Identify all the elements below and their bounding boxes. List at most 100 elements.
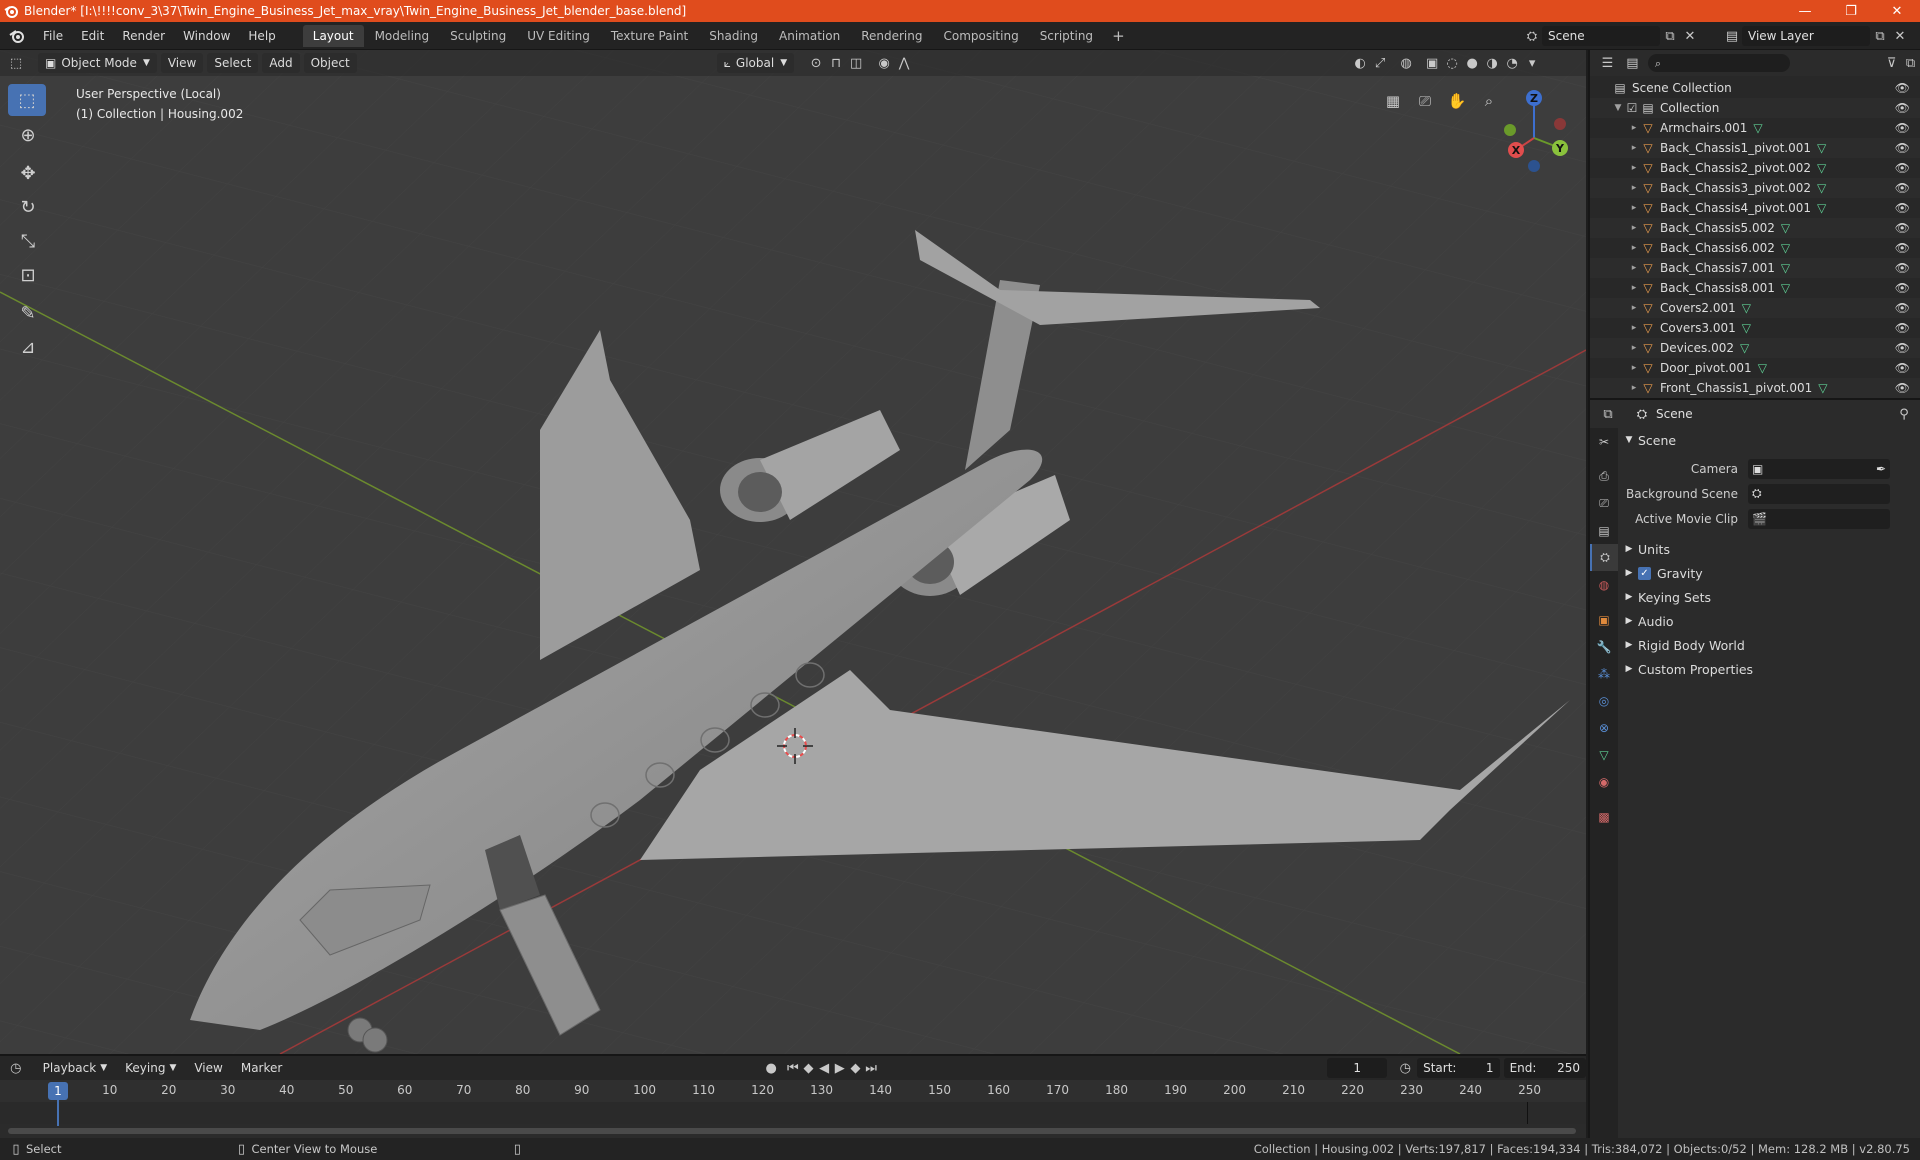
- material-tab-icon[interactable]: ◉: [1590, 768, 1618, 795]
- maximize-button[interactable]: ❐: [1828, 0, 1874, 22]
- new-collection-icon[interactable]: ⧉: [1901, 53, 1920, 73]
- tab-uv-editing[interactable]: UV Editing: [517, 25, 600, 47]
- modifiers-tab-icon[interactable]: 🔧: [1590, 633, 1618, 660]
- rendered-shading-icon[interactable]: ◔: [1502, 53, 1522, 73]
- 3d-viewport[interactable]: ⬚ ▣ Object Mode ▼ View Select Add Object…: [0, 50, 1586, 1054]
- outliner-item[interactable]: ▸ ▽ Front_Chassis1_pivot.001 ▽ 👁: [1590, 378, 1920, 398]
- falloff-icon[interactable]: ⋀: [894, 53, 914, 73]
- new-view-layer-icon[interactable]: ⧉: [1870, 26, 1890, 46]
- visibility-eye-icon[interactable]: 👁: [1895, 361, 1910, 375]
- expand-icon[interactable]: ▸: [1628, 383, 1640, 393]
- render-tab-icon[interactable]: ⎙: [1590, 463, 1618, 490]
- outliner-item[interactable]: ▸ ▽ Back_Chassis1_pivot.001 ▽ 👁: [1590, 138, 1920, 158]
- editor-type-icon[interactable]: ⬚: [6, 53, 26, 73]
- play-reverse-icon[interactable]: ◀: [816, 1058, 832, 1078]
- view-layer-field[interactable]: View Layer: [1742, 26, 1870, 46]
- visibility-eye-icon[interactable]: 👁: [1895, 241, 1910, 255]
- eyedropper-icon[interactable]: ✒: [1876, 462, 1886, 476]
- snap-target-icon[interactable]: ◫: [846, 53, 866, 73]
- pin-icon[interactable]: ⚲: [1894, 404, 1914, 424]
- scene-icon[interactable]: ⛭: [1522, 26, 1542, 46]
- outliner-item[interactable]: ▸ ▽ Back_Chassis3_pivot.002 ▽ 👁: [1590, 178, 1920, 198]
- outliner-search-input[interactable]: ⌕: [1647, 54, 1791, 72]
- next-keyframe-icon[interactable]: ◆: [848, 1058, 864, 1078]
- outliner-item[interactable]: ▸ ▽ Devices.002 ▽ 👁: [1590, 338, 1920, 358]
- minimize-button[interactable]: —: [1782, 0, 1828, 22]
- scene-panel-header[interactable]: ▼ Scene: [1620, 428, 1920, 452]
- timeline-scrollbar[interactable]: [8, 1128, 1576, 1134]
- physics-tab-icon[interactable]: ◎: [1590, 687, 1618, 714]
- view-layer-tab-icon[interactable]: ▤: [1590, 517, 1618, 544]
- audio-panel[interactable]: ▶ Audio: [1620, 609, 1920, 633]
- camera-view-icon[interactable]: ⎚: [1412, 88, 1438, 114]
- blender-menu-icon[interactable]: [0, 28, 34, 44]
- checkbox-icon[interactable]: ☑: [1624, 101, 1640, 115]
- gravity-panel[interactable]: ▶ ✓ Gravity: [1620, 561, 1920, 585]
- expand-icon[interactable]: ▼: [1612, 103, 1624, 113]
- playhead-line[interactable]: [57, 1100, 59, 1126]
- preview-range-icon[interactable]: ◷: [1397, 1058, 1413, 1078]
- add-workspace-button[interactable]: +: [1104, 27, 1133, 45]
- visibility-eye-icon[interactable]: 👁: [1895, 321, 1910, 335]
- outliner-item[interactable]: ▸ ▽ Back_Chassis4_pivot.001 ▽ 👁: [1590, 198, 1920, 218]
- filter-icon[interactable]: ⊽: [1882, 53, 1901, 73]
- data-tab-icon[interactable]: ▽: [1590, 741, 1618, 768]
- tab-shading[interactable]: Shading: [699, 25, 768, 47]
- wireframe-shading-icon[interactable]: ◌: [1442, 53, 1462, 73]
- visibility-eye-icon[interactable]: 👁: [1895, 341, 1910, 355]
- custom-properties-panel[interactable]: ▶ Custom Properties: [1620, 657, 1920, 681]
- scene-name-field[interactable]: Scene: [1542, 26, 1660, 46]
- current-frame-field[interactable]: 1: [1326, 1058, 1388, 1078]
- marker-menu[interactable]: Marker: [234, 1058, 289, 1078]
- visibility-icon[interactable]: ◐: [1350, 53, 1370, 73]
- outliner-item[interactable]: ▸ ▽ Back_Chassis2_pivot.002 ▽ 👁: [1590, 158, 1920, 178]
- expand-icon[interactable]: ▸: [1628, 283, 1640, 293]
- constraints-tab-icon[interactable]: ⊗: [1590, 714, 1618, 741]
- keying-sets-panel[interactable]: ▶ Keying Sets: [1620, 585, 1920, 609]
- expand-icon[interactable]: ▸: [1628, 163, 1640, 173]
- expand-icon[interactable]: ▸: [1628, 363, 1640, 373]
- tab-modeling[interactable]: Modeling: [365, 25, 440, 47]
- visibility-eye-icon[interactable]: 👁: [1895, 121, 1910, 135]
- outliner-editor-type-icon[interactable]: ☰: [1598, 53, 1617, 73]
- expand-icon[interactable]: ▸: [1628, 343, 1640, 353]
- menu-render[interactable]: Render: [113, 25, 174, 47]
- outliner-item[interactable]: ▸ ▽ Covers2.001 ▽ 👁: [1590, 298, 1920, 318]
- scene-tab-icon[interactable]: ⛭: [1590, 544, 1618, 571]
- expand-icon[interactable]: ▸: [1628, 143, 1640, 153]
- outliner-item[interactable]: ▸ ▽ Back_Chassis5.002 ▽ 👁: [1590, 218, 1920, 238]
- playhead-frame[interactable]: 1: [48, 1082, 68, 1100]
- add-menu[interactable]: Add: [262, 53, 300, 73]
- scale-tool-icon[interactable]: ⤡: [8, 224, 48, 258]
- object-tab-icon[interactable]: ▣: [1590, 606, 1618, 633]
- timeline-track-area[interactable]: [0, 1102, 1586, 1124]
- tab-animation[interactable]: Animation: [769, 25, 850, 47]
- camera-field[interactable]: ▣ ✒: [1748, 458, 1890, 479]
- snap-icon[interactable]: ⊓: [826, 53, 846, 73]
- visibility-eye-icon[interactable]: 👁: [1895, 301, 1910, 315]
- overlays-icon[interactable]: ◍: [1396, 53, 1416, 73]
- visibility-eye-icon[interactable]: 👁: [1895, 261, 1910, 275]
- outliner-item[interactable]: ▸ ▽ Covers3.001 ▽ 👁: [1590, 318, 1920, 338]
- view-menu[interactable]: View: [160, 53, 204, 73]
- move-tool-icon[interactable]: ✥: [8, 156, 48, 190]
- mode-dropdown[interactable]: ▣ Object Mode ▼: [38, 53, 157, 73]
- material-shading-icon[interactable]: ◑: [1482, 53, 1502, 73]
- tab-sculpting[interactable]: Sculpting: [440, 25, 516, 47]
- jump-start-icon[interactable]: ⏮: [785, 1058, 801, 1078]
- tab-rendering[interactable]: Rendering: [851, 25, 932, 47]
- outliner-item[interactable]: ▸ ▽ Back_Chassis6.002 ▽ 👁: [1590, 238, 1920, 258]
- tab-compositing[interactable]: Compositing: [933, 25, 1028, 47]
- expand-icon[interactable]: ▸: [1628, 323, 1640, 333]
- rotate-tool-icon[interactable]: ↻: [8, 190, 48, 224]
- start-frame-field[interactable]: Start: 1: [1417, 1058, 1500, 1078]
- outliner-collection[interactable]: ▼ ☑ ▤ Collection 👁: [1590, 98, 1920, 118]
- visibility-eye-icon[interactable]: 👁: [1895, 381, 1910, 395]
- measure-tool-icon[interactable]: ⊿: [8, 330, 48, 364]
- delete-view-layer-icon[interactable]: ✕: [1890, 26, 1910, 46]
- select-box-tool-icon[interactable]: ⬚: [8, 84, 46, 116]
- outliner-item[interactable]: ▸ ▽ Armchairs.001 ▽ 👁: [1590, 118, 1920, 138]
- visibility-eye-icon[interactable]: 👁: [1895, 141, 1910, 155]
- expand-icon[interactable]: ▸: [1628, 243, 1640, 253]
- menu-help[interactable]: Help: [239, 25, 284, 47]
